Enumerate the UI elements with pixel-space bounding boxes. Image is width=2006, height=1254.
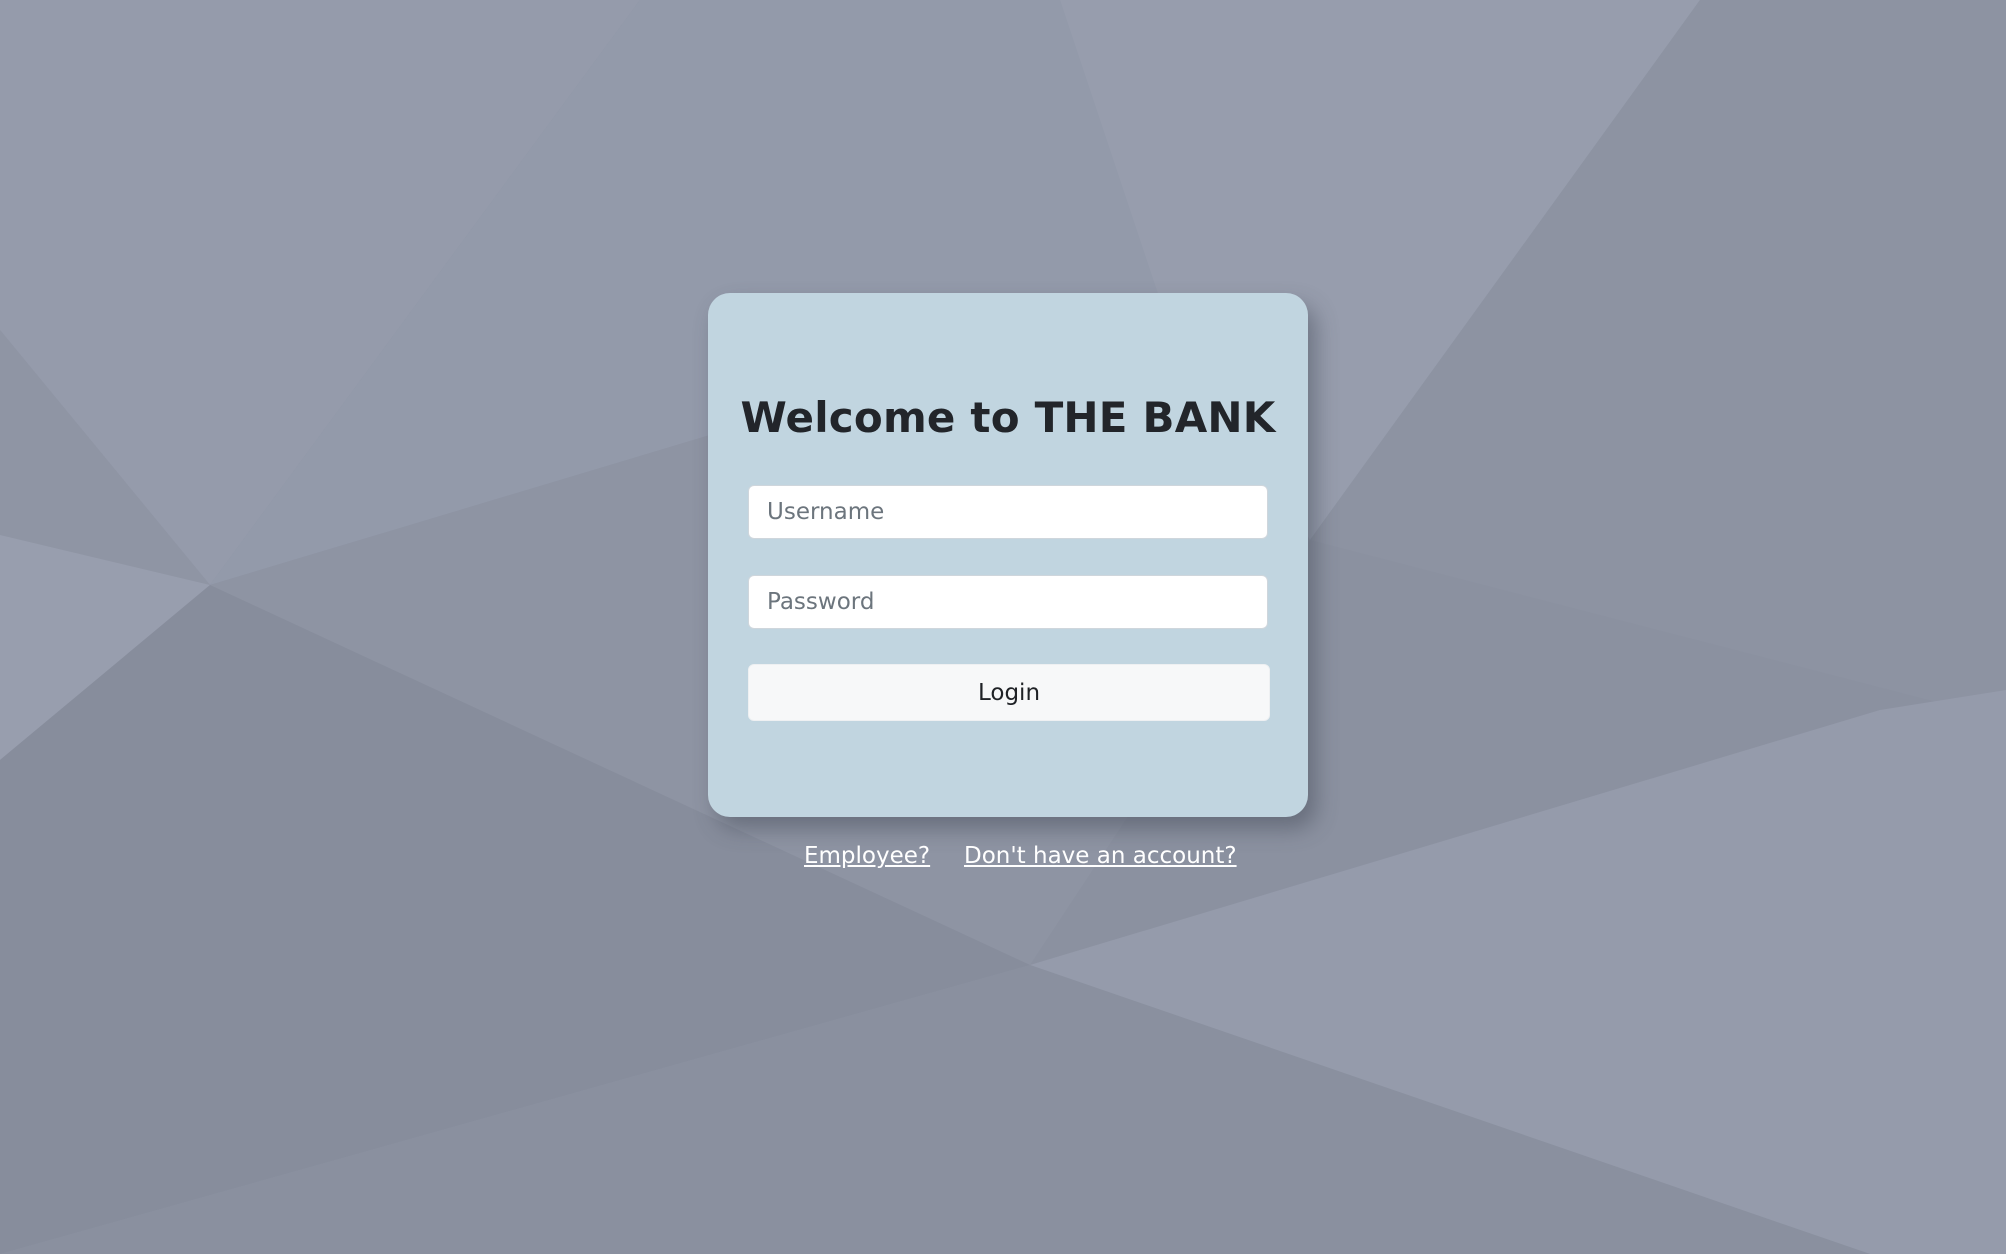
page-title: Welcome to THE BANK [740, 393, 1276, 442]
username-input[interactable] [748, 485, 1268, 539]
login-card: Welcome to THE BANK Login [708, 293, 1308, 817]
login-button[interactable]: Login [748, 664, 1270, 721]
signup-link[interactable]: Don't have an account? [964, 843, 1237, 869]
auxiliary-links: Employee? Don't have an account? [0, 843, 2006, 877]
employee-link[interactable]: Employee? [804, 843, 930, 869]
password-input[interactable] [748, 575, 1268, 629]
